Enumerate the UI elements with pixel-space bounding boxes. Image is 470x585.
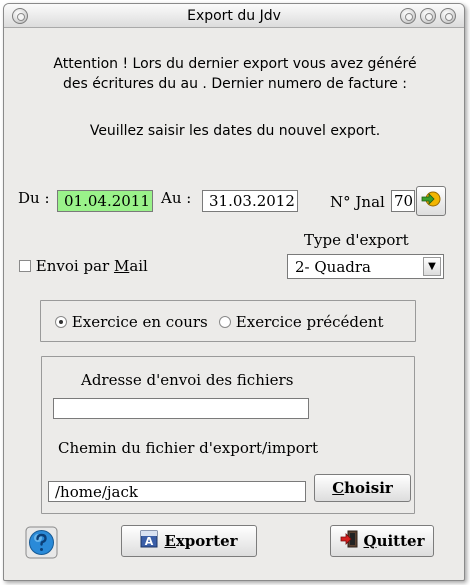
address-input[interactable]	[53, 398, 309, 419]
quit-button[interactable]: Quitter	[330, 525, 434, 557]
mail-checkbox[interactable]	[19, 260, 31, 272]
exercice-previous-radio[interactable]	[219, 316, 231, 328]
au-label: Au :	[161, 189, 192, 207]
path-input[interactable]: /home/jack	[48, 481, 306, 502]
exit-door-icon	[340, 530, 358, 552]
minimize-button[interactable]	[400, 8, 416, 24]
journal-number-field[interactable]: 70	[391, 190, 415, 212]
export-mnemonic: E	[164, 532, 176, 550]
au-date-field[interactable]: 31.03.2012	[202, 190, 298, 212]
mail-label-mnemonic: M	[113, 257, 130, 275]
window-menu-button[interactable]	[12, 8, 28, 24]
mail-checkbox-row[interactable]: Envoi par Mail	[19, 257, 148, 275]
arrow-coin-icon	[420, 189, 442, 213]
svg-text:A: A	[145, 535, 154, 548]
export-type-value: 2- Quadra	[295, 258, 371, 276]
export-dialog-window: Export du Jdv Attention ! Lors du dernie…	[3, 3, 465, 581]
export-type-select[interactable]: 2- Quadra ▼	[287, 254, 444, 279]
title-bar[interactable]: Export du Jdv	[4, 4, 464, 28]
export-icon: A	[140, 530, 158, 552]
close-button[interactable]	[440, 8, 456, 24]
mail-label-suffix: ail	[129, 257, 148, 275]
window-title: Export du Jdv	[187, 8, 281, 24]
path-label: Chemin du fichier d'export/import	[58, 439, 318, 457]
chevron-down-icon: ▼	[423, 257, 441, 276]
exercice-current-option[interactable]: Exercice en cours	[55, 313, 208, 331]
journal-label: N° Jnal	[330, 193, 385, 211]
du-date-field[interactable]: 01.04.2011	[57, 190, 153, 212]
exercice-previous-label: Exercice précédent	[235, 313, 384, 331]
instruction-text: Veuillez saisir les dates du nouvel expo…	[89, 123, 381, 139]
help-button[interactable]	[25, 526, 58, 559]
export-type-label: Type d'export	[304, 231, 409, 249]
export-button[interactable]: A Exporter	[121, 525, 257, 557]
quit-label: uitter	[376, 532, 425, 550]
exercice-previous-option[interactable]: Exercice précédent	[219, 313, 384, 331]
journal-go-button[interactable]	[416, 186, 446, 216]
help-icon	[25, 526, 58, 559]
choose-mnemonic: C	[332, 479, 345, 497]
export-label: xporter	[175, 532, 238, 550]
warning-line-1: Attention ! Lors du dernier export vous …	[53, 56, 417, 72]
choose-label: hoisir	[344, 479, 393, 497]
du-label: Du :	[18, 189, 50, 207]
address-label: Adresse d'envoi des fichiers	[81, 371, 294, 389]
exercice-current-label: Exercice en cours	[71, 313, 208, 331]
exercice-current-radio[interactable]	[55, 316, 67, 328]
files-group: Adresse d'envoi des fichiers Chemin du f…	[41, 356, 415, 514]
warning-line-2: des écritures du au . Dernier numero de …	[62, 76, 408, 92]
quit-mnemonic: Q	[363, 532, 377, 550]
exercice-group: Exercice en cours Exercice précédent	[40, 300, 416, 342]
choose-button[interactable]: Choisir	[314, 474, 411, 502]
mail-label-prefix: Envoi par	[35, 257, 114, 275]
maximize-button[interactable]	[420, 8, 436, 24]
